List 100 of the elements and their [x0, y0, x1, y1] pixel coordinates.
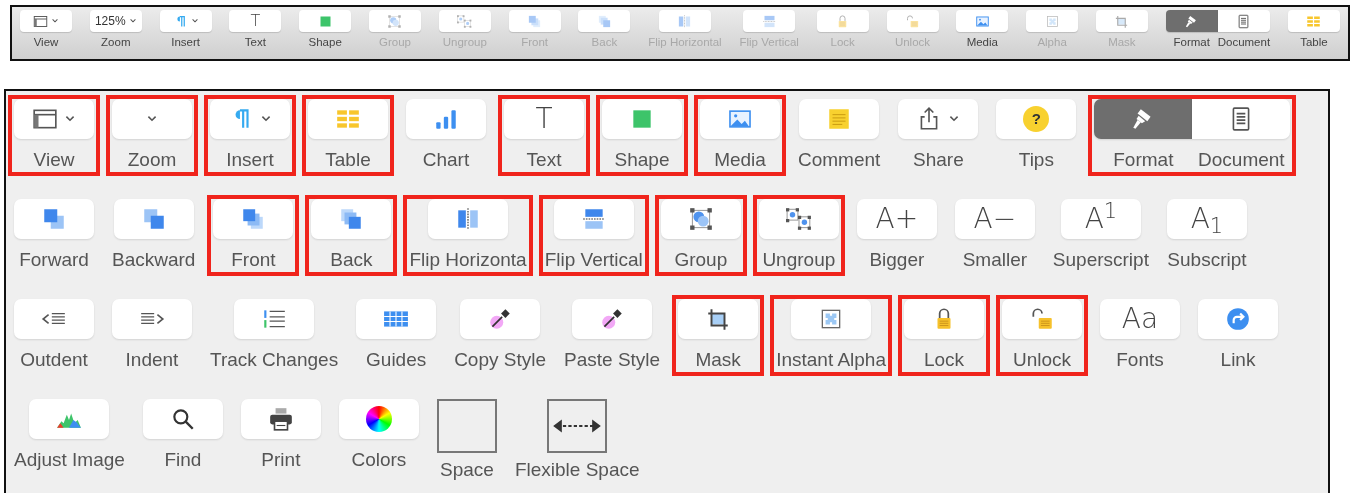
print-button[interactable] — [240, 399, 321, 439]
flexible-space-placeholder[interactable] — [547, 399, 608, 453]
front-button[interactable] — [213, 199, 294, 239]
tool-label: Colors — [351, 449, 407, 472]
tool-label: Media — [966, 35, 998, 50]
document-tab[interactable] — [1192, 99, 1291, 139]
tool-label: Adjust Image — [14, 449, 125, 472]
track-changes-button[interactable] — [234, 299, 315, 339]
tool-label: Space — [439, 459, 494, 482]
format-tab[interactable] — [1165, 10, 1218, 32]
space-placeholder[interactable] — [436, 399, 497, 453]
tool-label: Copy Style — [454, 349, 546, 372]
smaller-text-icon: A− — [973, 205, 1017, 233]
document-icon — [1236, 13, 1252, 29]
unlock-button[interactable] — [1002, 299, 1082, 339]
tool-label: View — [33, 149, 75, 172]
tool-label: Guides — [366, 349, 427, 372]
bigger-text-icon: A+ — [875, 205, 919, 233]
tool-label: Zoom — [127, 149, 177, 172]
tips-button[interactable]: ? — [996, 99, 1077, 139]
tool-label: Unlock — [1012, 349, 1072, 372]
indent-button[interactable] — [112, 299, 192, 339]
chart-button[interactable] — [406, 99, 486, 139]
format-tab[interactable] — [1094, 99, 1193, 139]
flip-horizontal-icon — [677, 13, 693, 29]
tool-label: Format — [1173, 35, 1210, 50]
media-button[interactable] — [700, 99, 780, 139]
shape-button[interactable] — [299, 10, 352, 32]
tool-label: Flip Vertical — [544, 249, 643, 272]
tool-label: Instant Alpha — [776, 349, 886, 372]
smaller-button[interactable]: A− — [954, 199, 1035, 239]
tool-label: Link — [1220, 349, 1256, 372]
tool-label: Document — [1198, 149, 1285, 172]
link-icon — [1225, 306, 1251, 332]
tool-label: Paste Style — [564, 349, 661, 372]
find-button[interactable] — [142, 399, 223, 439]
letter-t-icon: T — [250, 13, 261, 29]
tool-label: Superscript — [1052, 249, 1149, 272]
group-button[interactable] — [660, 199, 741, 239]
document-tab[interactable] — [1217, 10, 1270, 32]
layout-icon — [33, 13, 48, 29]
tool-label: View — [33, 35, 59, 50]
guides-button[interactable] — [356, 299, 437, 339]
forward-button[interactable] — [14, 199, 94, 239]
alpha-icon — [1044, 13, 1060, 29]
chevron-icon — [190, 17, 199, 25]
tool-label: Table — [325, 149, 371, 172]
tool-label: Table — [1300, 35, 1328, 50]
tool-label: Mask — [695, 349, 741, 372]
text-button[interactable]: T — [229, 10, 282, 32]
adjust-image-button[interactable] — [29, 399, 110, 439]
flip-horizontal-button[interactable] — [428, 199, 509, 239]
tool-label: Ungroup — [762, 249, 836, 272]
help-icon: ? — [1023, 106, 1050, 132]
subscript-button[interactable]: A$_{1}$ — [1166, 199, 1247, 239]
fonts-button[interactable]: Aa — [1100, 299, 1180, 339]
colors-button[interactable] — [338, 399, 419, 439]
tool-label: Chart — [422, 149, 470, 172]
backward-button[interactable] — [113, 199, 194, 239]
outdent-button[interactable] — [14, 299, 94, 339]
tool-label: Insert — [226, 149, 274, 172]
crop-icon — [1114, 13, 1130, 29]
stacked-squares-icon — [527, 13, 543, 29]
alpha-button[interactable] — [791, 299, 872, 339]
copy-style-button[interactable] — [460, 299, 541, 339]
tool-label: Track Changes — [210, 349, 339, 372]
tool-label: Format — [1113, 149, 1174, 172]
tool-label: Flexible Space — [514, 459, 640, 482]
tool-label: Find — [164, 449, 202, 472]
insert-button[interactable] — [210, 99, 290, 139]
tool-label: Document — [1217, 35, 1271, 50]
mask-button[interactable] — [678, 299, 759, 339]
tool-label: Comment — [798, 149, 881, 172]
tool-label: Flip Horizonta — [409, 249, 527, 272]
tool-label: Fonts — [1116, 349, 1164, 372]
superscript-button[interactable]: A$^{1}$ — [1060, 199, 1141, 239]
tool-label: Shape — [614, 149, 670, 172]
insert-button[interactable] — [159, 10, 212, 32]
letter-t-icon: T — [535, 105, 553, 133]
flip-vertical-icon — [580, 206, 607, 232]
ungroup-button[interactable] — [758, 199, 839, 239]
share-button[interactable] — [898, 99, 979, 139]
view-button[interactable] — [14, 99, 94, 139]
ungroup-icon — [785, 206, 812, 232]
paste-style-button[interactable] — [572, 299, 653, 339]
view-button[interactable] — [20, 10, 72, 32]
link-button[interactable] — [1198, 299, 1278, 339]
bigger-button[interactable]: A+ — [856, 199, 937, 239]
zoom-button[interactable]: 125% — [89, 10, 142, 32]
back-button[interactable] — [311, 199, 392, 239]
tool-label: Lock — [923, 349, 965, 372]
media-button[interactable] — [956, 10, 1009, 32]
comment-button[interactable] — [799, 99, 880, 139]
lock-button[interactable] — [904, 299, 984, 339]
subscript-icon: A$_{1}$ — [1190, 205, 1224, 233]
flip-vertical-button[interactable] — [553, 199, 634, 239]
text-button[interactable]: T — [504, 99, 584, 139]
group-icon — [387, 13, 403, 29]
stacked-squares-icon — [596, 13, 612, 29]
shape-button[interactable] — [602, 99, 682, 139]
